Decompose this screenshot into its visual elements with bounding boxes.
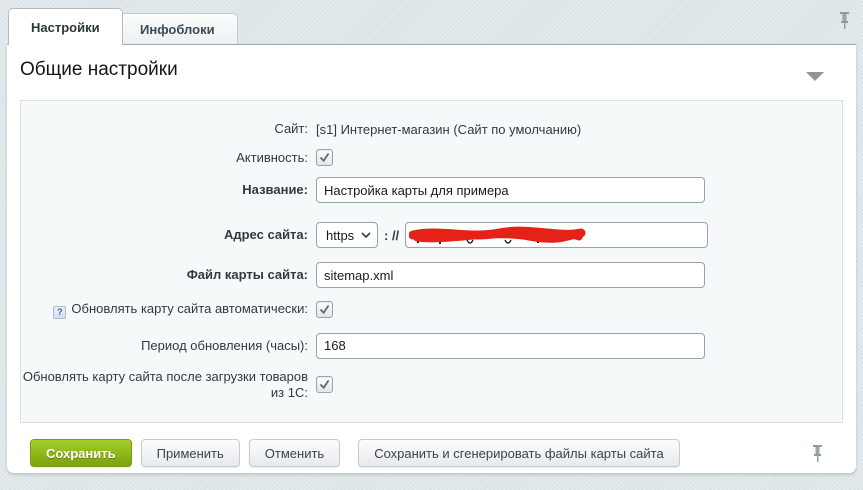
pin-buttonbar-icon[interactable] [811,444,824,466]
row-sitemap-file: Файл карты сайта: [21,262,842,288]
help-icon[interactable]: ? [53,306,66,319]
row-site-address: Адрес сайта: https : // / [21,222,842,248]
site-value: [s1] Интернет-магазин (Сайт по умолчанию… [316,122,581,137]
save-and-generate-button[interactable]: Сохранить и сгенерировать файлы карты са… [358,439,680,467]
row-update-after-1c: Обновлять карту сайта после загрузки тов… [21,369,842,401]
section-title: Общие настройки [20,59,178,81]
row-name: Название: [21,177,842,203]
admin-page: { "tabs": [ { "label": "Настройки", "act… [0,0,863,490]
collapse-section-icon[interactable] [806,72,824,81]
update-after-1c-checkbox[interactable] [316,376,333,393]
scheme-select[interactable]: https [316,222,378,248]
auto-update-checkbox[interactable] [316,301,333,318]
row-active: Активность: [21,149,842,166]
checkmark-icon [318,378,331,391]
active-label: Активность: [21,150,308,166]
checkmark-icon [318,151,331,164]
tab-settings-label: Настройки [31,20,100,35]
checkmark-icon [318,303,331,316]
row-update-period: Период обновления (часы): [21,333,842,359]
address-separator: : // [384,228,399,243]
row-site: Сайт: [s1] Интернет-магазин (Сайт по умо… [21,121,842,137]
sitemap-file-input[interactable] [316,262,705,288]
auto-update-label-text: Обновлять карту сайта автоматически: [71,301,308,316]
name-input[interactable] [316,177,705,203]
apply-button[interactable]: Применить [141,439,240,467]
tab-infoblocks-label: Инфоблоки [140,22,215,37]
button-bar: Сохранить Применить Отменить Сохранить и… [30,439,689,467]
site-label: Сайт: [21,121,308,137]
update-period-input[interactable] [316,333,705,359]
chevron-down-icon [361,232,371,238]
site-url-input[interactable]: / [405,222,708,248]
update-after-1c-label: Обновлять карту сайта после загрузки тов… [21,369,308,401]
auto-update-label: ? Обновлять карту сайта автоматически: [21,301,308,319]
update-period-label: Период обновления (часы): [21,338,308,354]
redaction-scribble [409,226,587,246]
name-label: Название: [21,182,308,198]
tab-infoblocks[interactable]: Инфоблоки [117,13,238,44]
active-checkbox[interactable] [316,149,333,166]
scheme-selected-value: https [326,228,354,243]
save-button[interactable]: Сохранить [30,439,132,467]
cancel-button[interactable]: Отменить [249,439,340,467]
sitemap-file-label: Файл карты сайта: [21,267,308,283]
tab-settings[interactable]: Настройки [8,8,123,45]
general-settings-form: Сайт: [s1] Интернет-магазин (Сайт по умо… [20,100,843,423]
pin-panel-icon[interactable] [838,11,851,33]
site-address-label: Адрес сайта: [21,227,308,243]
row-auto-update: ? Обновлять карту сайта автоматически: [21,301,842,319]
